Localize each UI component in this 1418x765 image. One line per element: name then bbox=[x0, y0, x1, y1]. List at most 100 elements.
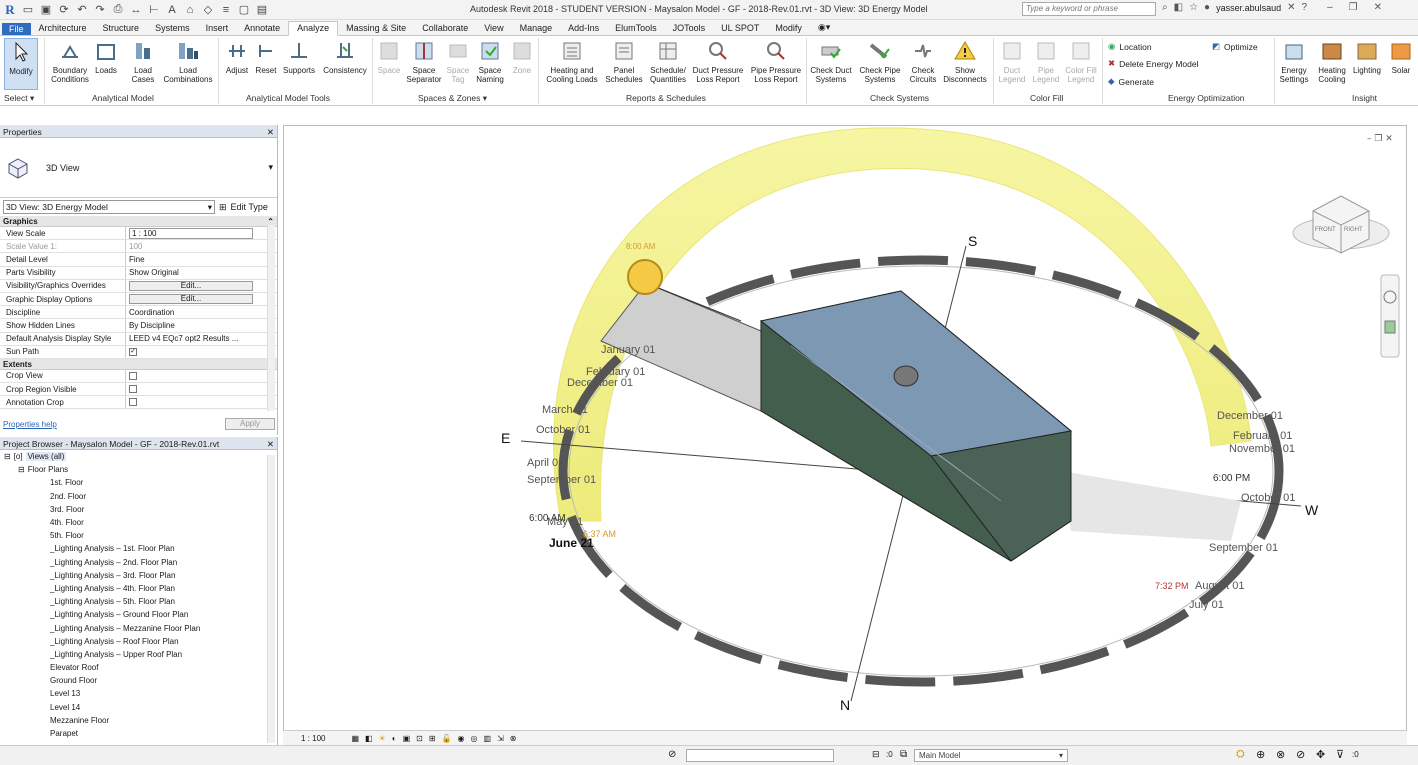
view-list-item[interactable]: _Lighting Analysis – 5th. Floor Plan bbox=[0, 595, 277, 608]
close-button[interactable]: ✕ bbox=[1374, 2, 1382, 13]
loads-button[interactable]: Loads bbox=[92, 38, 120, 75]
sync-icon[interactable]: ⟳ bbox=[56, 3, 72, 17]
crop-region-icon[interactable]: ⊞ bbox=[429, 734, 436, 743]
3d-view-icon[interactable]: ⌂ bbox=[182, 3, 198, 17]
filter-icon[interactable]: ⊽ bbox=[1336, 748, 1344, 761]
category-graphics[interactable]: Graphics ⌃ bbox=[0, 216, 277, 227]
tab-manage[interactable]: Manage bbox=[512, 22, 561, 35]
group-spaces-zones[interactable]: Spaces & Zones ▾ bbox=[418, 93, 487, 104]
user-icon[interactable]: ● bbox=[1204, 2, 1210, 13]
properties-help-link[interactable]: Properties help bbox=[3, 420, 57, 429]
zone-button[interactable]: Zone bbox=[508, 38, 536, 75]
close-icon[interactable]: ✕ bbox=[267, 127, 274, 137]
workset-dropdown[interactable] bbox=[686, 749, 834, 762]
load-cases-button[interactable]: Load Cases bbox=[128, 38, 158, 84]
select-links-icon[interactable]: ⛭ bbox=[1236, 748, 1245, 761]
select-pinned-icon[interactable]: ⊗ bbox=[1276, 748, 1285, 761]
zoom-icon[interactable] bbox=[1384, 320, 1396, 334]
measure-icon[interactable]: ↔ bbox=[128, 3, 144, 17]
tab-elumtools[interactable]: ElumTools bbox=[607, 22, 665, 35]
tree-node-floor-plans[interactable]: ⊟ Floor Plans bbox=[0, 463, 277, 476]
subscription-icon[interactable]: ◧ bbox=[1174, 2, 1183, 13]
annotation-crop-checkbox[interactable] bbox=[129, 398, 137, 407]
properties-scrollbar[interactable] bbox=[267, 225, 275, 411]
visual-style-icon[interactable]: ◧ bbox=[365, 734, 373, 743]
reveal-hidden-icon[interactable]: ◎ bbox=[471, 734, 478, 743]
check-duct-systems-button[interactable]: Check Duct Systems bbox=[808, 38, 854, 84]
temporary-hide-icon[interactable]: ◉ bbox=[458, 734, 465, 743]
sun-icon[interactable] bbox=[627, 259, 663, 295]
view-list-item[interactable]: 1st. Floor bbox=[0, 476, 277, 489]
heating-cooling-loads-button[interactable]: Heating and Cooling Loads bbox=[542, 38, 602, 84]
viewcube[interactable]: FRONT RIGHT bbox=[1292, 195, 1390, 254]
print-icon[interactable]: ⎙ bbox=[110, 3, 126, 17]
view-list-item[interactable]: _Lighting Analysis – Roof Floor Plan bbox=[0, 635, 277, 648]
check-pipe-systems-button[interactable]: Check Pipe Systems bbox=[856, 38, 904, 84]
exchange-icon[interactable]: ✕ bbox=[1287, 2, 1295, 13]
color-fill-legend-button[interactable]: Color Fill Legend bbox=[1062, 38, 1100, 84]
open-icon[interactable]: ▭ bbox=[20, 3, 36, 17]
supports-button[interactable]: Supports bbox=[280, 38, 318, 75]
browser-scrollbar[interactable] bbox=[267, 455, 275, 743]
duct-legend-button[interactable]: Duct Legend bbox=[996, 38, 1028, 84]
check-circuits-button[interactable]: Check Circuits bbox=[906, 38, 940, 84]
boundary-conditions-button[interactable]: Boundary Conditions bbox=[48, 38, 92, 84]
detail-level-icon[interactable]: ▦ bbox=[351, 734, 359, 743]
undo-icon[interactable]: ↶ bbox=[74, 3, 90, 17]
text-icon[interactable]: A bbox=[164, 3, 180, 17]
select-underlay-icon[interactable]: ⊕ bbox=[1256, 748, 1265, 761]
show-disconnects-button[interactable]: Show Disconnects bbox=[940, 38, 990, 84]
generate-button[interactable]: ◆ Generate bbox=[1108, 76, 1154, 87]
modify-button[interactable]: Modify bbox=[4, 38, 38, 90]
view-scale-input[interactable]: 1 : 100 bbox=[129, 227, 253, 239]
duct-pressure-loss-report-button[interactable]: Duct Pressure Loss Report bbox=[690, 38, 746, 84]
chevron-down-icon[interactable]: ▾ bbox=[268, 162, 273, 173]
view-list-item[interactable]: 5th. Floor bbox=[0, 529, 277, 542]
close-icon[interactable]: ✕ bbox=[267, 439, 274, 449]
view-list-item[interactable]: _Lighting Analysis – 1st. Floor Plan bbox=[0, 542, 277, 555]
sun-path-checkbox[interactable]: ✓ bbox=[129, 347, 137, 356]
select-dropdown[interactable]: Select ▾ bbox=[4, 93, 34, 104]
tab-massing-site[interactable]: Massing & Site bbox=[338, 22, 414, 35]
render-icon[interactable]: ▣ bbox=[403, 734, 411, 743]
gdo-edit-button[interactable]: Edit... bbox=[129, 294, 253, 305]
revit-logo-icon[interactable]: R bbox=[2, 2, 18, 17]
heating-cooling-button[interactable]: Heating Cooling bbox=[1314, 38, 1350, 84]
view-list-item[interactable]: Mezzanine Floor bbox=[0, 714, 277, 727]
vg-edit-button[interactable]: Edit... bbox=[129, 280, 253, 291]
editable-only-icon[interactable]: ⊟ bbox=[872, 749, 880, 760]
sun-path-toggle-icon[interactable]: ☀ bbox=[379, 734, 386, 743]
favorites-icon[interactable]: ☆ bbox=[1189, 2, 1198, 13]
apply-button[interactable]: Apply bbox=[225, 418, 275, 430]
category-extents[interactable]: Extents⌃ bbox=[0, 358, 277, 370]
pipe-legend-button[interactable]: Pipe Legend bbox=[1030, 38, 1062, 84]
view-list-item[interactable]: _Lighting Analysis – Mezzanine Floor Pla… bbox=[0, 621, 277, 634]
load-combinations-button[interactable]: Load Combinations bbox=[162, 38, 214, 84]
scale-label[interactable]: 1 : 100 bbox=[301, 734, 325, 743]
type-selector[interactable]: 3D View ▾ bbox=[0, 138, 277, 198]
section-icon[interactable]: ◇ bbox=[200, 3, 216, 17]
pipe-pressure-loss-report-button[interactable]: Pipe Pressure Loss Report bbox=[748, 38, 804, 84]
view-list-item[interactable]: Elevator Roof bbox=[0, 661, 277, 674]
lock-view-icon[interactable]: 🔓 bbox=[442, 734, 452, 743]
crop-region-visible-checkbox[interactable] bbox=[129, 385, 137, 394]
select-by-face-icon[interactable]: ⊘ bbox=[1296, 748, 1305, 761]
help-icon[interactable]: ? bbox=[1302, 2, 1308, 13]
tab-ul-spot[interactable]: UL SPOT bbox=[713, 22, 767, 35]
tab-add-ins[interactable]: Add-Ins bbox=[560, 22, 607, 35]
panel-schedules-button[interactable]: Panel Schedules bbox=[604, 38, 644, 84]
shadows-icon[interactable]: ◐ bbox=[392, 734, 397, 743]
save-icon[interactable]: ▣ bbox=[38, 3, 54, 17]
tab-jotools[interactable]: JOTools bbox=[665, 22, 714, 35]
view-list-item[interactable]: _Lighting Analysis – 3rd. Floor Plan bbox=[0, 569, 277, 582]
view-list-item[interactable]: Level 13 bbox=[0, 687, 277, 700]
tab-systems[interactable]: Systems bbox=[147, 22, 198, 35]
edit-type-icon[interactable]: ⊞ bbox=[219, 202, 227, 213]
analysis-display-icon[interactable]: ▥ bbox=[484, 734, 492, 743]
location-button[interactable]: ◉ Location bbox=[1108, 41, 1152, 52]
user-name[interactable]: yasser.abulsaud bbox=[1216, 3, 1281, 13]
active-workset-dropdown[interactable]: Main Model ▾ bbox=[914, 749, 1068, 762]
crop-icon[interactable]: ⊡ bbox=[416, 734, 423, 743]
space-naming-button[interactable]: Space Naming bbox=[474, 38, 506, 84]
thin-lines-icon[interactable]: ≡ bbox=[218, 3, 234, 17]
